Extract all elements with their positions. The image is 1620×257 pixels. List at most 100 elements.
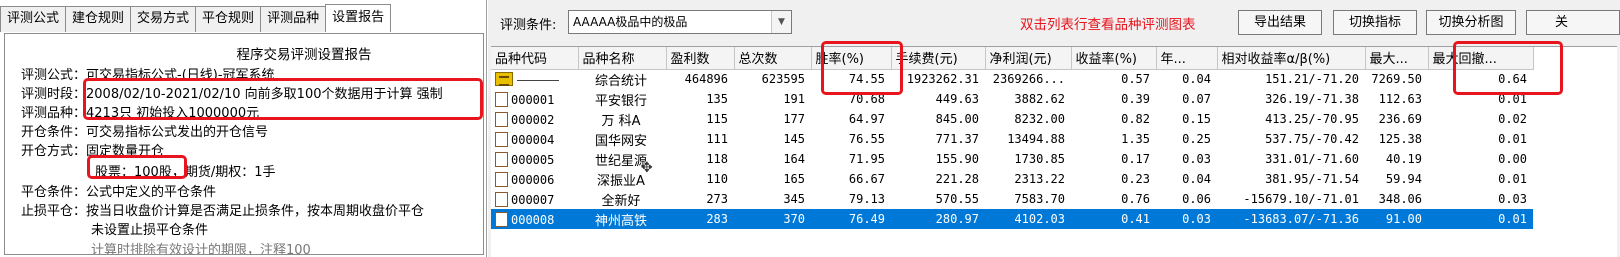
condition-label: 评测条件:: [500, 18, 557, 33]
cell-wins: 464896: [684, 72, 728, 87]
switch-indicator-button[interactable]: 切换指标: [1333, 10, 1417, 35]
col-header-name[interactable]: 品种名称: [578, 47, 667, 70]
cell-code: [491, 69, 578, 89]
cell-win-rate: 76.55: [848, 132, 885, 146]
cell-name: 综合统计: [594, 73, 647, 89]
cell-relative-return: 537.75/-70.42: [1265, 132, 1359, 146]
document-icon: [495, 211, 508, 227]
cell-max: 125.38: [1378, 132, 1422, 146]
col-header-fee[interactable]: 手续费(元): [891, 47, 986, 70]
cell-relative-return: -15679.10/-71.01: [1243, 192, 1359, 206]
cell-fee: 771.37: [935, 132, 979, 146]
cell-code-text: 000006: [511, 172, 555, 187]
report-line-close-condition: 平仓条件：公式中定义的平仓条件: [21, 185, 217, 200]
cell-wins: 283: [666, 209, 734, 229]
cell-code-text: 000008: [511, 212, 555, 227]
cell-return: 0.23: [1121, 172, 1150, 186]
cell-total: 191: [783, 92, 805, 106]
cell-return: 0.39: [1121, 92, 1150, 106]
cell-total: 165: [783, 172, 805, 186]
tab-exit-rules[interactable]: 平仓规则: [195, 6, 262, 32]
cell-name: 神州高铁: [578, 209, 666, 229]
cell-max: 59.94: [1385, 172, 1422, 186]
cell-relative-return: -13683.07/-71.36: [1217, 209, 1365, 229]
table-row[interactable]: 000004 国华网安 111 145 76.55 771.37 13494.88 1.35 0…: [491, 129, 1533, 149]
col-header-total[interactable]: 总次数: [734, 47, 812, 70]
cell-fee: 221.28: [935, 172, 979, 186]
cell-net-profit: 7583.70: [1014, 192, 1065, 206]
cell-wins: 111: [706, 132, 728, 146]
col-header-max[interactable]: 最大...: [1365, 47, 1429, 70]
cell-relative-return: 331.01/-71.60: [1265, 152, 1359, 166]
cell-max-drawdown: 0.02: [1498, 112, 1527, 126]
document-icon: [495, 111, 508, 127]
cell-max: 348.06: [1378, 192, 1422, 206]
table-row[interactable]: 000002 万 科A 115 177 64.97 845.00 8232.00 0.82 0.…: [491, 109, 1533, 129]
cell-relative-return: 151.21/-71.20: [1265, 72, 1359, 87]
cell-code-text: 000005: [511, 152, 555, 167]
results-table: 品种代码 品种名称 盈利数 总次数 胜率(%) 手续费(元) 净利润(元) 收益…: [491, 47, 1534, 229]
table-row[interactable]: 000008 神州高铁 283 370 76.49 280.97 4102.03 0.41 0.…: [491, 209, 1533, 229]
col-header-return[interactable]: 收益率(%): [1071, 47, 1157, 70]
cell-return: 0.17: [1121, 152, 1150, 166]
col-header-wins[interactable]: 盈利数: [666, 47, 735, 70]
cell-max-drawdown: 0.01: [1428, 209, 1533, 229]
cell-return: 1.35: [1121, 132, 1150, 146]
cell-win-rate: 79.13: [848, 192, 885, 206]
cell-code: 000008: [491, 209, 578, 229]
tab-settings-report[interactable]: 设置报告: [325, 4, 392, 32]
document-icon: [495, 171, 508, 187]
cell-code: 000004: [491, 129, 578, 149]
table-row[interactable]: 000001 平安银行 135 191 70.68 449.63 3882.62 0.39 0.…: [491, 89, 1533, 109]
cell-net-profit: 4102.03: [985, 209, 1071, 229]
move-cursor-icon: ✥: [641, 160, 653, 176]
tab-trade-mode[interactable]: 交易方式: [130, 6, 197, 32]
cell-total: 145: [783, 132, 805, 146]
col-header-relative-return[interactable]: 相对收益率α/β(%): [1217, 47, 1366, 70]
results-panel: 评测条件: AAAAA极品中的极品 ▼ 双击列表行查看品种评测图表 导出结果 切…: [488, 0, 1620, 257]
results-table-container[interactable]: 品种代码 品种名称 盈利数 总次数 胜率(%) 手续费(元) 净利润(元) 收益…: [491, 41, 1617, 257]
cell-max: 7269.50: [1371, 72, 1422, 87]
col-header-code[interactable]: 品种代码: [491, 47, 579, 70]
cell-wins: 115: [706, 112, 728, 126]
report-text-area[interactable]: 程序交易评测设置报告 评测公式：可交易指标公式-(日线)-冠军系统 评测时段：2…: [4, 33, 484, 255]
document-icon: [495, 151, 508, 167]
cell-max: 236.69: [1378, 112, 1422, 126]
cell-total: 623595: [761, 72, 805, 87]
summary-row[interactable]: 综合统计 464896 623595 74.55 1923262.31 2369266..…: [491, 69, 1533, 89]
col-header-net-profit[interactable]: 净利润(元): [985, 47, 1072, 70]
highlight-drawdown-box: [1453, 41, 1563, 95]
chevron-down-icon[interactable]: ▼: [771, 11, 791, 33]
cell-win-rate: 76.49: [811, 209, 891, 229]
cell-net-profit: 8232.00: [1014, 112, 1065, 126]
highlight-period-box: [83, 78, 483, 120]
tab-instruments[interactable]: 评测品种: [260, 6, 327, 32]
cell-annual: 0.04: [1182, 172, 1211, 186]
cell-max-drawdown: 0.03: [1498, 192, 1527, 206]
cell-annual: 0.15: [1182, 112, 1211, 126]
switch-chart-button[interactable]: 切换分析图: [1426, 10, 1516, 35]
condition-select[interactable]: AAAAA极品中的极品 ▼: [568, 10, 792, 34]
cell-name: 万 科A: [601, 113, 641, 129]
cell-annual: 0.07: [1182, 92, 1211, 106]
report-line-cutoff: 计算时排除有效设计的期限，注释100: [91, 243, 311, 255]
tab-entry-rules[interactable]: 建仓规则: [65, 6, 132, 32]
cell-name: 国华网安: [594, 133, 647, 149]
cell-max-drawdown: 0.00: [1498, 152, 1527, 166]
cell-max-drawdown: 0.01: [1498, 132, 1527, 146]
cell-return: 0.76: [1121, 192, 1150, 206]
cell-code-text: 000002: [511, 112, 555, 127]
col-header-annual[interactable]: 年...: [1156, 47, 1218, 70]
cell-annual: 0.03: [1182, 152, 1211, 166]
table-header-row: 品种代码 品种名称 盈利数 总次数 胜率(%) 手续费(元) 净利润(元) 收益…: [491, 47, 1534, 70]
cell-total: 370: [734, 209, 811, 229]
cell-annual: 0.25: [1182, 132, 1211, 146]
export-results-button[interactable]: 导出结果: [1238, 10, 1322, 35]
close-button[interactable]: 关: [1526, 10, 1620, 35]
cell-name: 全新好: [601, 193, 641, 209]
cell-win-rate: 71.95: [848, 152, 885, 166]
table-row[interactable]: 000007 全新好 273 345 79.13 570.55 7583.70 0.76 0.0…: [491, 189, 1533, 209]
report-line-open-condition: 开仓条件：可交易指标公式发出的开仓信号: [21, 125, 269, 140]
tab-formula[interactable]: 评测公式: [0, 6, 67, 32]
report-line-stop-loss-none: 未设置止损平仓条件: [91, 223, 209, 238]
